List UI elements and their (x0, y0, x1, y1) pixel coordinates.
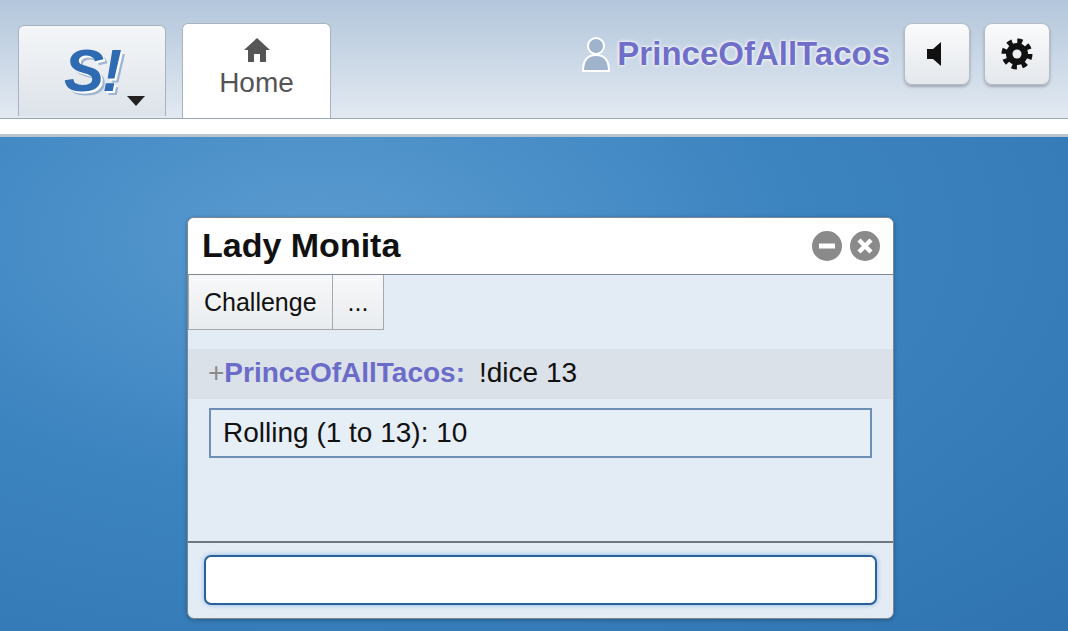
tab-label: Home (219, 68, 294, 99)
close-icon (849, 230, 881, 262)
chat-message: +PrinceOfAllTacos: !dice 13 (188, 349, 893, 399)
app: S! Home PrinceOfAllTacos Lady Monita Challen… (0, 0, 1068, 631)
sound-button[interactable] (904, 23, 970, 85)
minimize-button[interactable] (811, 230, 843, 262)
input-bar (188, 541, 893, 618)
window-button[interactable]: ... (333, 275, 385, 330)
window-controls (811, 230, 881, 262)
home-tab[interactable]: Home (182, 23, 331, 118)
dropdown-caret-icon (127, 96, 145, 106)
logo-tab[interactable]: S! (18, 25, 166, 116)
dice-result: Rolling (1 to 13): 10 (209, 408, 872, 458)
window-buttons: Challenge... (188, 275, 893, 330)
tab-strip (0, 118, 1068, 137)
chat-window[interactable]: Lady MonitaChallenge...+PrinceOfAllTacos… (187, 217, 894, 619)
message-text: !dice 13 (479, 357, 577, 388)
user-area: PrinceOfAllTacos (581, 23, 1068, 85)
window-button[interactable]: Challenge (188, 275, 333, 330)
window-titlebar[interactable]: Lady Monita (188, 218, 893, 275)
house-icon (242, 36, 272, 64)
close-button[interactable] (849, 230, 881, 262)
minimize-icon (811, 230, 843, 262)
message-user[interactable]: PrinceOfAllTacos: (224, 357, 465, 388)
settings-button[interactable] (984, 23, 1050, 85)
logo: S! (64, 41, 120, 101)
chat-input[interactable] (204, 555, 877, 605)
user-rank: + (208, 357, 224, 388)
chat-log: +PrinceOfAllTacos: !dice 13 Rolling (1 to … (188, 330, 893, 541)
gear-icon (1000, 37, 1034, 71)
user-icon (581, 36, 611, 72)
user-block[interactable]: PrinceOfAllTacos (581, 29, 890, 79)
top-header: S! Home PrinceOfAllTacos (0, 0, 1068, 118)
speaker-icon (924, 40, 950, 68)
username: PrinceOfAllTacos (617, 29, 890, 79)
desktop: Lady MonitaChallenge...+PrinceOfAllTacos… (0, 137, 1068, 631)
window-title: Lady Monita (202, 227, 400, 264)
